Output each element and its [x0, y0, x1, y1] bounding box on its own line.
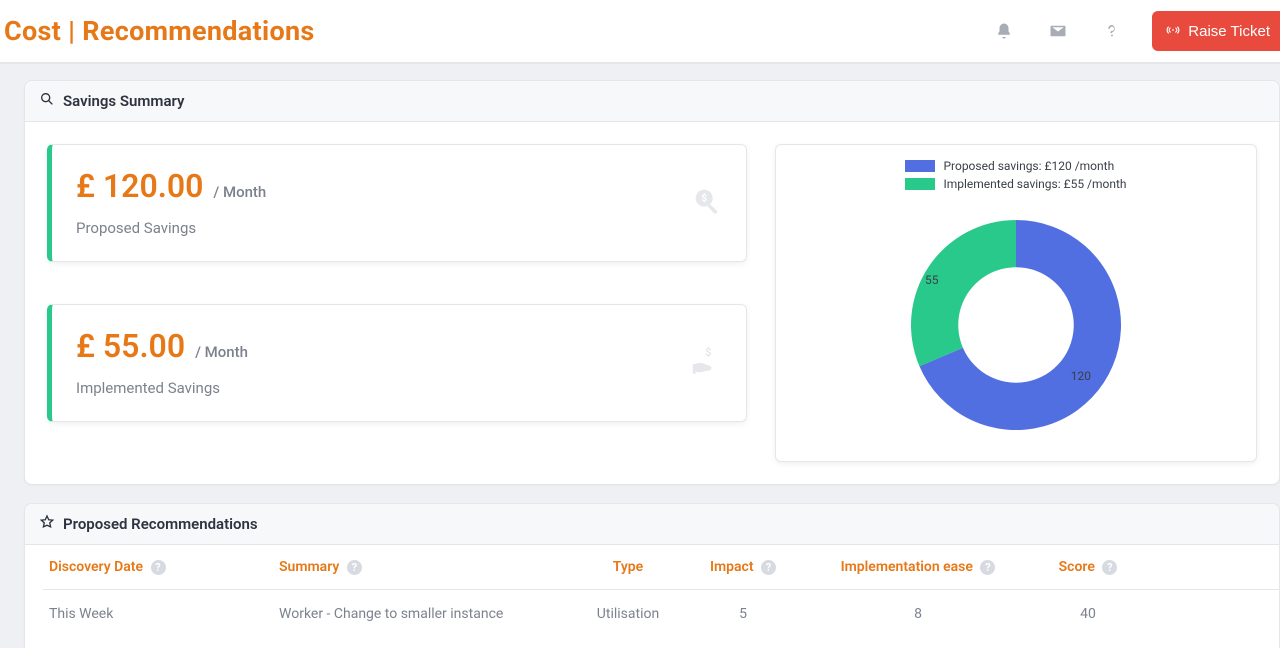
th-discovery-date[interactable]: Discovery Date ? [43, 545, 273, 590]
th-score[interactable]: Score ? [1033, 545, 1143, 590]
donut-chart: 120 55 [881, 203, 1151, 443]
help-icon[interactable] [1102, 21, 1122, 41]
legend-implemented: Implemented savings: £55 /month [905, 177, 1126, 191]
cell-summary: Worker - Change to smaller instance [273, 590, 573, 639]
recommendations-table: Discovery Date ? Summary ? Type [43, 545, 1280, 638]
legend-proposed-label: Proposed savings: £120 /month [943, 159, 1114, 173]
raise-ticket-label: Raise Ticket [1188, 23, 1270, 40]
savings-summary-body: £ 120.00 / Month Proposed Savings $ [25, 122, 1279, 484]
cell-discovery-date: This Week [43, 590, 273, 639]
savings-summary-header: Savings Summary [25, 81, 1279, 122]
magnifier-icon [39, 91, 55, 111]
cell-impact: 5 [683, 590, 803, 639]
page-title: Cost | Recommendations [4, 15, 315, 47]
bell-icon[interactable] [994, 21, 1014, 41]
content-area: Savings Summary £ 120.00 / Month Propose… [0, 64, 1280, 648]
th-summary[interactable]: Summary ? [273, 545, 573, 590]
th-impact[interactable]: Impact ? [683, 545, 803, 590]
dollar-magnifier-icon: $ [690, 184, 724, 222]
implemented-savings-period: / Month [195, 343, 248, 361]
top-bar: Cost | Recommendations Raise Ticket [0, 0, 1280, 64]
proposed-recommendations-title: Proposed Recommendations [63, 515, 258, 533]
legend-swatch-proposed [905, 160, 935, 172]
donut-value-proposed: 120 [1071, 369, 1091, 383]
raise-ticket-button[interactable]: Raise Ticket [1152, 11, 1280, 51]
hand-dollar-icon: $ [690, 344, 724, 382]
table-row[interactable]: This WeekWorker - Change to smaller inst… [43, 590, 1280, 639]
legend-swatch-implemented [905, 178, 935, 190]
star-icon [39, 514, 55, 534]
table-header-row: Discovery Date ? Summary ? Type [43, 545, 1280, 590]
savings-stat-column: £ 120.00 / Month Proposed Savings $ [47, 144, 747, 462]
help-badge-icon[interactable]: ? [761, 560, 776, 575]
envelope-icon[interactable] [1048, 21, 1068, 41]
th-estimated[interactable]: Estimated [1143, 545, 1280, 590]
cell-estimated: £120 [1143, 590, 1280, 639]
savings-chart-card: Proposed savings: £120 /month Implemente… [775, 144, 1257, 462]
help-badge-icon[interactable]: ? [151, 560, 166, 575]
proposed-savings-card: £ 120.00 / Month Proposed Savings $ [47, 144, 747, 262]
donut-value-implemented: 55 [925, 273, 939, 287]
proposed-recommendations-body: Discovery Date ? Summary ? Type [25, 545, 1279, 648]
savings-summary-title: Savings Summary [63, 92, 185, 110]
chart-legend: Proposed savings: £120 /month Implemente… [905, 159, 1126, 195]
th-implementation-ease[interactable]: Implementation ease ? [803, 545, 1033, 590]
implemented-savings-amount-row: £ 55.00 / Month [76, 327, 248, 365]
savings-grid: £ 120.00 / Month Proposed Savings $ [47, 144, 1257, 462]
savings-summary-panel: Savings Summary £ 120.00 / Month Propose… [24, 80, 1280, 485]
proposed-savings-amount: £ 120.00 [76, 167, 203, 205]
proposed-savings-period: / Month [213, 183, 266, 201]
implemented-savings-label: Implemented Savings [76, 379, 722, 397]
proposed-recommendations-header: Proposed Recommendations [25, 504, 1279, 545]
implemented-savings-card: £ 55.00 / Month Implemented Savings $ [47, 304, 747, 422]
svg-text:$: $ [701, 194, 707, 205]
help-badge-icon[interactable]: ? [347, 560, 362, 575]
legend-implemented-label: Implemented savings: £55 /month [943, 177, 1126, 191]
topbar-icons [994, 21, 1122, 41]
cell-score: 40 [1033, 590, 1143, 639]
help-badge-icon[interactable]: ? [1102, 560, 1117, 575]
cell-implementation-ease: 8 [803, 590, 1033, 639]
th-type[interactable]: Type [573, 545, 683, 590]
proposed-recommendations-panel: Proposed Recommendations Discovery Date … [24, 503, 1280, 648]
help-badge-icon[interactable]: ? [980, 560, 995, 575]
svg-text:$: $ [705, 346, 711, 359]
broadcast-icon [1166, 23, 1180, 40]
proposed-savings-amount-row: £ 120.00 / Month [76, 167, 266, 205]
proposed-savings-label: Proposed Savings [76, 219, 722, 237]
implemented-savings-amount: £ 55.00 [76, 327, 185, 365]
cell-type: Utilisation [573, 590, 683, 639]
legend-proposed: Proposed savings: £120 /month [905, 159, 1126, 173]
